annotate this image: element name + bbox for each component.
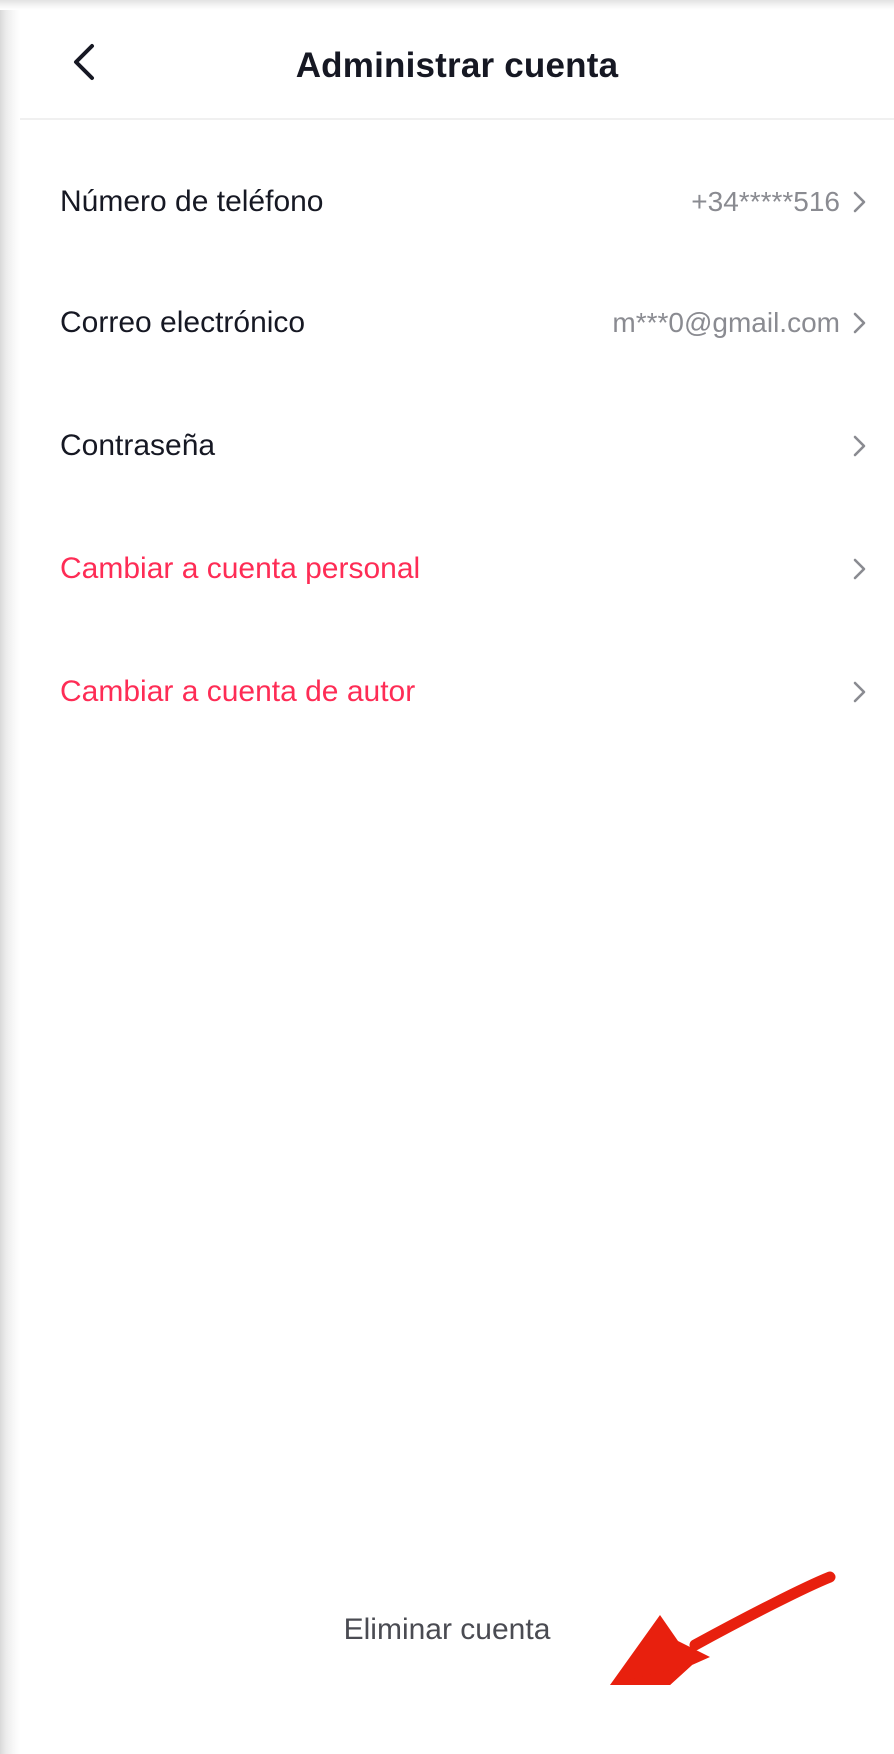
- chevron-right-icon: [850, 309, 870, 337]
- red-arrow-annotation: [600, 1565, 840, 1715]
- row-label-phone: Número de teléfono: [60, 185, 324, 218]
- row-label-switch-creator: Cambiar a cuenta de autor: [60, 675, 416, 708]
- left-edge-shadow: [0, 0, 20, 1754]
- chevron-right-icon: [850, 678, 870, 706]
- account-settings-screen: Administrar cuenta Número de teléfono +3…: [0, 0, 894, 1754]
- row-value-email: m***0@gmail.com: [612, 307, 840, 338]
- row-label-switch-personal: Cambiar a cuenta personal: [60, 552, 421, 585]
- chevron-right-icon: [850, 432, 870, 460]
- page-title: Administrar cuenta: [295, 46, 619, 85]
- header-bar: Administrar cuenta: [20, 10, 894, 120]
- switch-to-personal-row[interactable]: Cambiar a cuenta personal: [20, 523, 894, 615]
- row-label-email: Correo electrónico: [60, 306, 306, 339]
- email-row[interactable]: Correo electrónico m***0@gmail.com: [20, 277, 894, 369]
- row-value-phone: +34*****516: [691, 186, 840, 217]
- password-row[interactable]: Contraseña: [20, 400, 894, 492]
- chevron-right-icon: [850, 188, 870, 216]
- switch-to-creator-row[interactable]: Cambiar a cuenta de autor: [20, 646, 894, 738]
- chevron-right-icon: [850, 555, 870, 583]
- row-label-password: Contraseña: [60, 429, 216, 462]
- top-edge-shadow: [0, 0, 894, 10]
- phone-number-row[interactable]: Número de teléfono +34*****516: [20, 156, 894, 248]
